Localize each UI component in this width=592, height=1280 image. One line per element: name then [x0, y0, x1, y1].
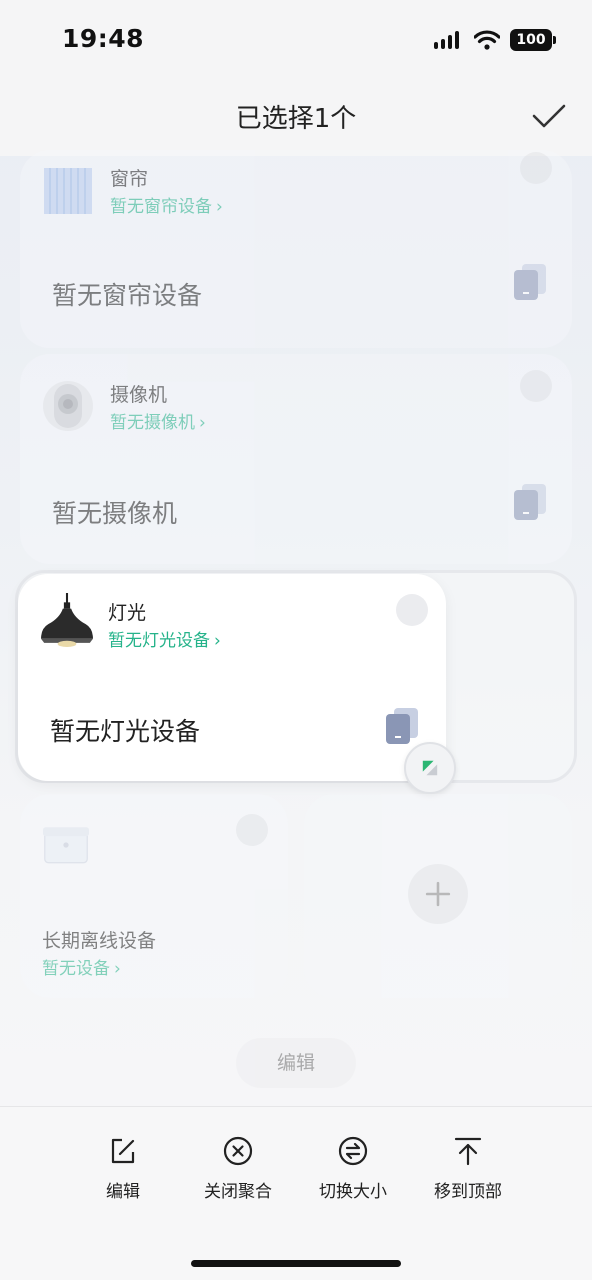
header: 已选择1个	[0, 78, 592, 156]
curtain-icon	[44, 168, 92, 214]
status-time: 19:48	[62, 24, 145, 53]
device-icon	[514, 484, 546, 520]
edit-button-label: 编辑	[276, 1052, 315, 1074]
card-link-label: 暂无灯光设备	[108, 631, 210, 651]
card-title: 长期离线设备	[42, 930, 157, 952]
battery-level: 100	[516, 32, 546, 48]
device-icon	[386, 708, 418, 744]
home-indicator	[191, 1260, 401, 1267]
switch-icon	[338, 1136, 368, 1166]
status-bar: 19:48 100	[0, 0, 592, 78]
bottom-toolbar: 编辑 关闭聚合 切换大小 移到顶部	[0, 1106, 592, 1280]
edit-button[interactable]: 编辑	[236, 1038, 356, 1088]
plus-icon	[425, 881, 451, 907]
battery-icon: 100	[510, 29, 556, 51]
card-link[interactable]: 暂无窗帘设备 ›	[110, 192, 223, 217]
resize-icon	[422, 760, 438, 776]
close-circle-icon	[223, 1136, 253, 1166]
card-title: 窗帘	[110, 168, 149, 190]
status-icons: 100	[434, 26, 556, 54]
add-button[interactable]	[408, 864, 468, 924]
move-to-top-icon	[454, 1137, 482, 1166]
camera-icon	[43, 381, 93, 431]
card-link[interactable]: 暂无摄像机 ›	[110, 408, 206, 433]
resize-handle[interactable]	[404, 742, 456, 794]
light-card[interactable]: 灯光 暂无灯光设备 › 暂无灯光设备	[18, 574, 446, 781]
tool-label: 关闭聚合	[204, 1182, 272, 1202]
tool-label: 编辑	[106, 1182, 140, 1202]
tool-label: 移到顶部	[434, 1182, 502, 1202]
camera-card[interactable]: 摄像机 暂无摄像机 › 暂无摄像机	[20, 354, 572, 564]
curtain-card[interactable]: 窗帘 暂无窗帘设备 › 暂无窗帘设备	[20, 150, 572, 348]
card-empty-text: 暂无窗帘设备	[52, 281, 203, 310]
card-link-label: 暂无设备	[42, 959, 110, 979]
card-link[interactable]: 暂无灯光设备 ›	[108, 626, 221, 651]
tool-label: 切换大小	[319, 1182, 387, 1202]
close-group-button[interactable]: 关闭聚合	[183, 1135, 293, 1202]
device-icon	[514, 264, 546, 300]
chevron-right-icon: ›	[199, 413, 206, 433]
edit-tool-button[interactable]: 编辑	[68, 1135, 178, 1202]
select-radio[interactable]	[396, 594, 428, 626]
confirm-button[interactable]	[528, 98, 568, 134]
chevron-right-icon: ›	[216, 197, 223, 217]
offline-card[interactable]: 长期离线设备 暂无设备 ›	[20, 794, 288, 998]
card-link-label: 暂无窗帘设备	[110, 197, 212, 217]
card-empty-text: 暂无摄像机	[52, 499, 178, 528]
select-radio[interactable]	[520, 152, 552, 184]
card-link-label: 暂无摄像机	[110, 413, 195, 433]
signal-icon	[434, 31, 464, 49]
select-radio[interactable]	[520, 370, 552, 402]
chevron-right-icon: ›	[114, 959, 121, 979]
select-radio[interactable]	[236, 814, 268, 846]
chevron-right-icon: ›	[214, 631, 221, 651]
switch-size-button[interactable]: 切换大小	[298, 1135, 408, 1202]
page-title: 已选择1个	[235, 104, 357, 134]
move-top-button[interactable]: 移到顶部	[413, 1135, 523, 1202]
lamp-icon	[41, 593, 93, 647]
add-card[interactable]	[304, 794, 572, 998]
card-title: 摄像机	[110, 384, 168, 406]
card-link[interactable]: 暂无设备 ›	[42, 954, 121, 979]
card-empty-text: 暂无灯光设备	[50, 717, 201, 746]
card-title: 灯光	[108, 602, 147, 624]
wifi-icon	[474, 30, 500, 50]
box-icon	[43, 827, 89, 864]
edit-icon	[111, 1138, 135, 1164]
